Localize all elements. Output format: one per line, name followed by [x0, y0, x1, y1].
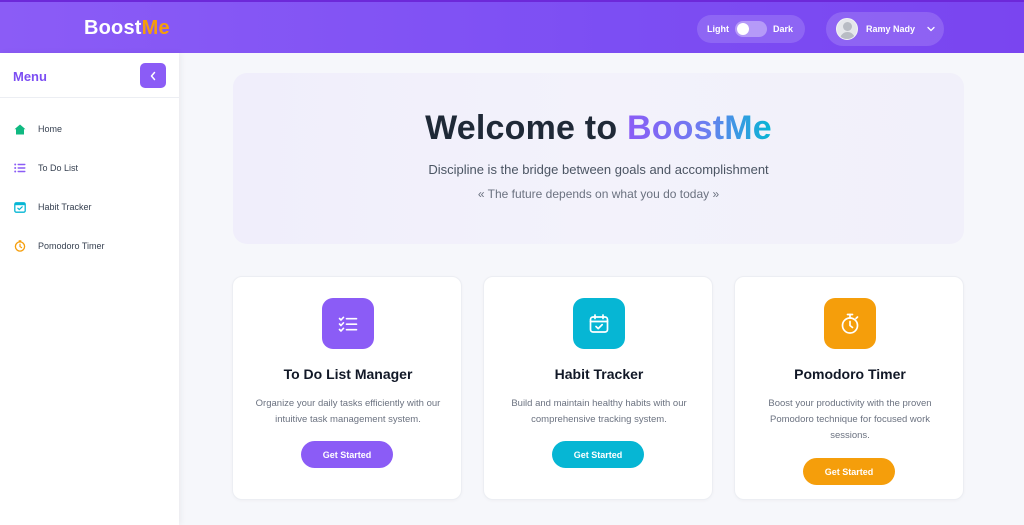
logo-text-me: Me	[141, 17, 170, 39]
checklist-icon	[322, 298, 374, 349]
sidebar-item-label: Habit Tracker	[38, 202, 92, 212]
card-description: Boost your productivity with the proven …	[768, 398, 932, 441]
hero-quote: « The future depends on what you do toda…	[477, 187, 720, 201]
collapse-sidebar-button[interactable]	[140, 63, 166, 88]
chevron-left-icon	[150, 71, 156, 80]
theme-switch-knob	[737, 23, 749, 35]
sidebar-item-todo[interactable]: To Do List	[14, 159, 78, 177]
feature-card-habit: Habit Tracker Build and maintain healthy…	[483, 276, 713, 500]
hero-title-prefix: Welcome to	[425, 109, 627, 147]
sidebar-header: Menu	[0, 53, 179, 98]
sidebar-item-label: Pomodoro Timer	[38, 241, 105, 251]
theme-dark-label: Dark	[773, 24, 794, 34]
menu-title: Menu	[13, 69, 47, 84]
pomodoro-get-started-button[interactable]: Get Started	[803, 458, 895, 485]
sidebar-item-label: Home	[38, 124, 63, 134]
logo-text-boost: Boost	[84, 17, 142, 39]
user-menu-button[interactable]: Ramy Nady	[826, 12, 944, 46]
theme-toggle[interactable]: Light Dark	[697, 15, 805, 43]
stopwatch-icon	[14, 240, 26, 252]
hero-banner: Welcome to BoostMe Discipline is the bri…	[233, 73, 964, 244]
app-logo[interactable]: BoostMe	[84, 17, 170, 40]
page-title: Welcome to BoostMe	[233, 109, 964, 148]
card-title: Pomodoro Timer	[794, 366, 906, 382]
user-name: Ramy Nady	[866, 24, 916, 34]
sidebar-item-label: To Do List	[38, 163, 79, 173]
habit-get-started-button[interactable]: Get Started	[552, 441, 644, 468]
feature-card-todo: To Do List Manager Organize your daily t…	[232, 276, 462, 500]
chevron-down-icon	[927, 24, 935, 34]
home-icon	[14, 124, 26, 134]
avatar	[836, 18, 858, 40]
hero-subtitle: Discipline is the bridge between goals a…	[428, 162, 769, 177]
card-description: Organize your daily tasks efficiently wi…	[255, 398, 441, 425]
todo-get-started-button[interactable]: Get Started	[301, 441, 393, 468]
hero-title-brand: BoostMe	[626, 109, 772, 147]
sidebar-item-pomodoro[interactable]: Pomodoro Timer	[14, 237, 105, 255]
feature-card-pomodoro: Pomodoro Timer Boost your productivity w…	[734, 276, 964, 500]
sidebar-item-habit-tracker[interactable]: Habit Tracker	[14, 198, 92, 216]
sidebar-item-home[interactable]: Home	[14, 120, 62, 138]
calendar-check-icon	[573, 298, 625, 349]
list-icon	[14, 163, 26, 173]
theme-switch[interactable]	[735, 21, 767, 37]
card-title: To Do List Manager	[283, 366, 413, 382]
calendar-check-icon	[14, 202, 26, 213]
sidebar: Menu Home To Do List Habit Tracker Pomod…	[0, 53, 179, 525]
card-description: Build and maintain healthy habits with o…	[511, 398, 687, 425]
top-header: BoostMe Light Dark Ramy Nady	[0, 0, 1024, 53]
card-title: Habit Tracker	[554, 366, 644, 382]
stopwatch-icon	[824, 298, 876, 349]
theme-light-label: Light	[707, 24, 729, 34]
